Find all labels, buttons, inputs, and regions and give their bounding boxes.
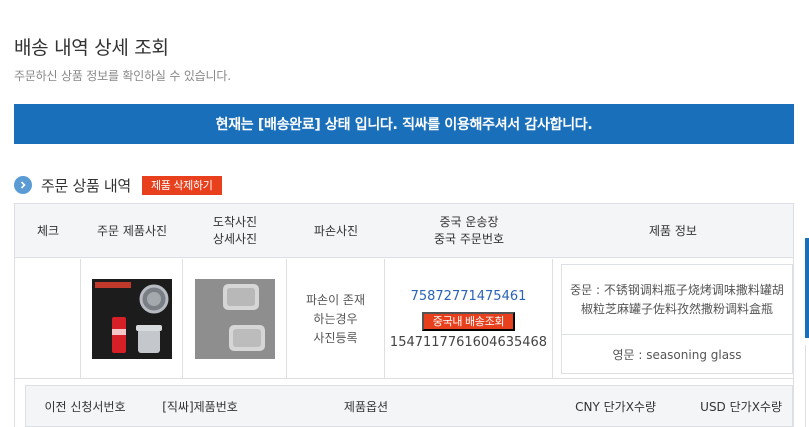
- damage-line-3: 사진등록: [313, 330, 358, 345]
- tracking-cell: 75872771475461 중국내 배송조회 1547117761604635…: [385, 259, 553, 379]
- header-tracking-line2: 중국 주문번호: [433, 232, 505, 246]
- header-product-options: 제품옵션: [343, 399, 389, 414]
- header-arrival-photo-line2: 상세사진: [212, 232, 258, 246]
- damage-line-1: 파손이 존재: [305, 292, 365, 307]
- side-divider: [805, 345, 806, 427]
- header-tracking-line1: 중국 운송장: [439, 215, 499, 229]
- header-usd-price: USD 단가X수량: [700, 399, 782, 414]
- arrival-photo-cell: [183, 259, 287, 379]
- page-title: 배송 내역 상세 조회: [14, 37, 169, 59]
- header-arrival-photo: 도착사진 상세사진: [183, 204, 287, 258]
- delete-product-button[interactable]: 제품 삭제하기: [141, 175, 222, 195]
- product-info-cell: 중문 : 不锈钢调料瓶子烧烤调味撒料罐胡椒粒芝麻罐子佐料孜然撒粉调料盒瓶 영문 …: [553, 259, 793, 379]
- product-info-box: 중문 : 不锈钢调料瓶子烧烤调味撒料罐胡椒粒芝麻罐子佐料孜然撒粉调料盒瓶 영문 …: [561, 264, 793, 374]
- header-product-number: [직싸]제품번호: [162, 399, 238, 414]
- chevron-right-circle-icon: [14, 176, 32, 194]
- order-number: 1547117761604635468: [389, 334, 548, 350]
- track-shipment-button[interactable]: 중국내 배송조회: [421, 311, 516, 331]
- header-check: 체크: [36, 223, 60, 238]
- order-table: 체크 주문 제품사진 도착사진 상세사진 파손사진 중국 운송장 중국 주문번호…: [14, 203, 794, 427]
- table-row: 파손이 존재 하는경우 사진등록 75872771475461 중국내 배송조회…: [15, 259, 793, 379]
- header-tracking: 중국 운송장 중국 주문번호: [385, 204, 553, 258]
- header-cny-price: CNY 단가X수량: [575, 399, 656, 414]
- product-name-english: 영문 : seasoning glass: [612, 347, 742, 362]
- check-cell[interactable]: [15, 259, 81, 379]
- damage-photo-cell: 파손이 존재 하는경우 사진등록: [287, 259, 385, 379]
- order-photo-cell: [81, 259, 183, 379]
- damage-photo-note: 파손이 존재 하는경우 사진등록: [306, 291, 365, 348]
- section-title: 주문 상품 내역: [41, 176, 131, 195]
- subtable: 이전 신청서번호 [직싸]제품번호 제품옵션 CNY 단가X수량 USD 단가X…: [25, 385, 793, 427]
- order-product-photo[interactable]: [91, 279, 172, 359]
- header-damage-photo: 파손사진: [313, 223, 359, 238]
- table-header: 체크 주문 제품사진 도착사진 상세사진 파손사진 중국 운송장 중국 주문번호…: [15, 204, 793, 258]
- section-header: 주문 상품 내역 제품 삭제하기: [14, 174, 222, 196]
- damage-line-2: 하는경우: [313, 311, 358, 326]
- side-scroll-indicator[interactable]: [805, 238, 809, 338]
- header-arrival-photo-line1: 도착사진: [212, 215, 258, 229]
- status-banner: 현재는 [배송완료] 상태 입니다. 직싸를 이용해주셔서 감사합니다.: [14, 104, 794, 144]
- status-banner-text: 현재는 [배송완료] 상태 입니다. 직싸를 이용해주셔서 감사합니다.: [215, 117, 593, 133]
- header-product-info: 제품 정보: [649, 223, 697, 238]
- header-order-photo: 주문 제품사진: [96, 223, 168, 238]
- page-subtitle: 주문하신 상품 정보를 확인하실 수 있습니다.: [14, 69, 231, 83]
- product-name-chinese: 중문 : 不锈钢调料瓶子烧烤调味撒料罐胡椒粒芝麻罐子佐料孜然撒粉调料盒瓶: [562, 265, 792, 335]
- tracking-number-link[interactable]: 75872771475461: [411, 289, 527, 304]
- arrival-product-photo[interactable]: [194, 279, 275, 359]
- header-prev-request: 이전 신청서번호: [44, 399, 126, 414]
